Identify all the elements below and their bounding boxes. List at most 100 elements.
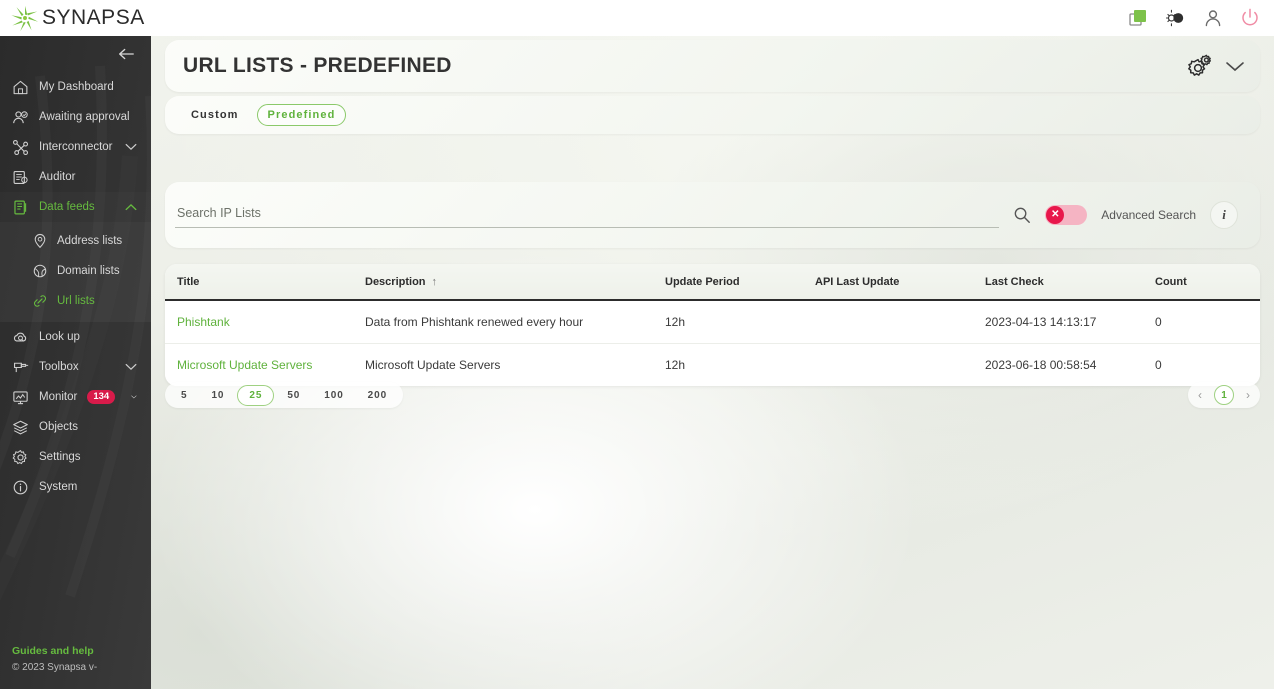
- sidebar-item-label: My Dashboard: [39, 81, 114, 93]
- sidebar: My Dashboard Awaiting approval Interconn…: [0, 36, 151, 689]
- arrow-left-icon[interactable]: [117, 47, 135, 61]
- drill-icon: [13, 362, 29, 372]
- page-title: URL LISTS - PREDEFINED: [183, 54, 452, 77]
- sidebar-item-label: Monitor: [39, 391, 78, 403]
- row-title-link[interactable]: Microsoft Update Servers: [177, 358, 312, 372]
- cloud-search-icon: [13, 332, 27, 342]
- copy-icon[interactable]: [1129, 8, 1149, 28]
- cell-update-period: 12h: [665, 343, 815, 386]
- page-size-5[interactable]: 5: [170, 386, 198, 405]
- monitor-badge-count: 134: [87, 390, 116, 404]
- page-size-10[interactable]: 10: [200, 386, 235, 405]
- sort-ascending-icon: ↑: [431, 276, 438, 288]
- sidebar-submenu-data-feeds: Address lists Domain lists Url lists: [0, 222, 151, 322]
- sidebar-item-label: Settings: [39, 451, 81, 463]
- column-header-last-check[interactable]: Last Check: [985, 264, 1155, 301]
- user-check-icon: [13, 110, 28, 123]
- table-row[interactable]: Microsoft Update Servers Microsoft Updat…: [165, 343, 1260, 386]
- sidebar-item-system[interactable]: System: [0, 472, 151, 502]
- sidebar-item-address-lists[interactable]: Address lists: [0, 226, 151, 256]
- top-bar: SYNAPSA: [0, 0, 1274, 36]
- table-row[interactable]: Phishtank Data from Phishtank renewed ev…: [165, 300, 1260, 344]
- chevron-down-icon[interactable]: [125, 143, 137, 151]
- monitor-icon: [13, 390, 28, 404]
- brand-logo[interactable]: SYNAPSA: [0, 3, 145, 33]
- sidebar-item-interconnector[interactable]: Interconnector: [0, 132, 151, 162]
- app-root: SYNAPSA My Dashboard Awaiting approval I…: [0, 0, 1274, 689]
- sidebar-item-look-up[interactable]: Look up: [0, 322, 151, 352]
- network-icon: [12, 139, 29, 155]
- gear-icon: [12, 449, 27, 464]
- sidebar-item-awaiting-approval[interactable]: Awaiting approval: [0, 102, 151, 132]
- sidebar-item-monitor[interactable]: Monitor 134: [0, 382, 151, 412]
- chevron-down-icon[interactable]: [1224, 59, 1246, 73]
- sidebar-item-label: Objects: [39, 421, 78, 433]
- page-size-200[interactable]: 200: [357, 386, 398, 405]
- chevron-down-icon[interactable]: [125, 363, 137, 371]
- search-field: [175, 202, 1000, 228]
- pagination-controls: ‹ 1 ›: [1188, 382, 1260, 408]
- next-page-button[interactable]: ›: [1242, 388, 1254, 402]
- power-icon[interactable]: [1240, 8, 1260, 28]
- info-circle-icon: [13, 480, 28, 494]
- column-label: Last Check: [985, 276, 1044, 288]
- sidebar-item-toolbox[interactable]: Toolbox: [0, 352, 151, 382]
- search-icon[interactable]: [1013, 206, 1031, 224]
- page-size-50[interactable]: 50: [276, 386, 311, 405]
- copyright-text: © 2023 Synapsa v-: [12, 662, 98, 673]
- sidebar-item-label: Look up: [39, 331, 80, 343]
- sidebar-item-settings[interactable]: Settings: [0, 442, 151, 472]
- brand-name: SYNAPSA: [42, 6, 145, 29]
- page-size-100[interactable]: 100: [313, 386, 354, 405]
- tab-predefined[interactable]: Predefined: [256, 104, 347, 126]
- main-content: URL LISTS - PREDEFINED Custom Predefined…: [151, 36, 1274, 689]
- chevron-down-icon[interactable]: [131, 393, 137, 401]
- sidebar-item-my-dashboard[interactable]: My Dashboard: [0, 72, 151, 102]
- table-header-row: Title Description ↑ Update Period API Las…: [165, 264, 1260, 301]
- cell-last-check: 2023-04-13 14:13:17: [985, 300, 1155, 344]
- sidebar-item-label: Toolbox: [39, 361, 79, 373]
- chevron-up-icon[interactable]: [125, 203, 137, 211]
- advanced-search-toggle[interactable]: ✕: [1045, 205, 1088, 225]
- sidebar-item-objects[interactable]: Objects: [0, 412, 151, 442]
- tab-bar: Custom Predefined: [165, 96, 1260, 134]
- page-header-actions: [1188, 54, 1246, 78]
- column-header-api-last-update[interactable]: API Last Update: [815, 264, 985, 301]
- column-header-update-period[interactable]: Update Period: [665, 264, 815, 301]
- search-input[interactable]: [175, 202, 1000, 228]
- sidebar-footer: Guides and help © 2023 Synapsa v-: [12, 645, 97, 675]
- sidebar-item-label: Awaiting approval: [39, 111, 130, 123]
- url-lists-table-card: Title Description ↑ Update Period API Las…: [165, 264, 1260, 386]
- table-body: Phishtank Data from Phishtank renewed ev…: [165, 300, 1260, 386]
- guides-and-help-link[interactable]: Guides and help: [12, 645, 97, 657]
- column-header-description[interactable]: Description ↑: [365, 264, 665, 301]
- page-size-selector: 5 10 25 50 100 200: [165, 382, 404, 408]
- previous-page-button[interactable]: ‹: [1194, 388, 1206, 402]
- info-button[interactable]: i: [1210, 201, 1238, 229]
- cell-last-check: 2023-06-18 00:58:54: [985, 343, 1155, 386]
- row-title-link[interactable]: Phishtank: [177, 315, 230, 329]
- column-header-title[interactable]: Title: [165, 264, 365, 301]
- gears-settings-icon[interactable]: [1188, 54, 1214, 78]
- column-label: API Last Update: [815, 276, 900, 288]
- page-size-25[interactable]: 25: [237, 384, 275, 406]
- sidebar-item-domain-lists[interactable]: Domain lists: [0, 256, 151, 286]
- user-icon[interactable]: [1203, 8, 1223, 28]
- sidebar-item-data-feeds[interactable]: Data feeds: [0, 192, 151, 222]
- page-number-1[interactable]: 1: [1214, 385, 1234, 405]
- advanced-search-toggle-knob: ✕: [1046, 206, 1065, 224]
- column-header-count[interactable]: Count: [1155, 264, 1260, 301]
- home-icon: [13, 80, 28, 94]
- sidebar-item-auditor[interactable]: Auditor: [0, 162, 151, 192]
- tab-custom[interactable]: Custom: [181, 105, 249, 125]
- theme-toggle-icon[interactable]: [1166, 8, 1186, 28]
- sidebar-item-label: Auditor: [39, 171, 76, 183]
- sidebar-item-label: Domain lists: [57, 265, 120, 277]
- table-head: Title Description ↑ Update Period API Las…: [165, 264, 1260, 301]
- cell-count: 0: [1155, 300, 1260, 344]
- sidebar-item-label: Address lists: [57, 235, 123, 247]
- url-lists-table: Title Description ↑ Update Period API Las…: [165, 264, 1260, 386]
- cell-update-period: 12h: [665, 300, 815, 344]
- globe-icon: [33, 264, 47, 278]
- sidebar-item-url-lists[interactable]: Url lists: [0, 286, 151, 316]
